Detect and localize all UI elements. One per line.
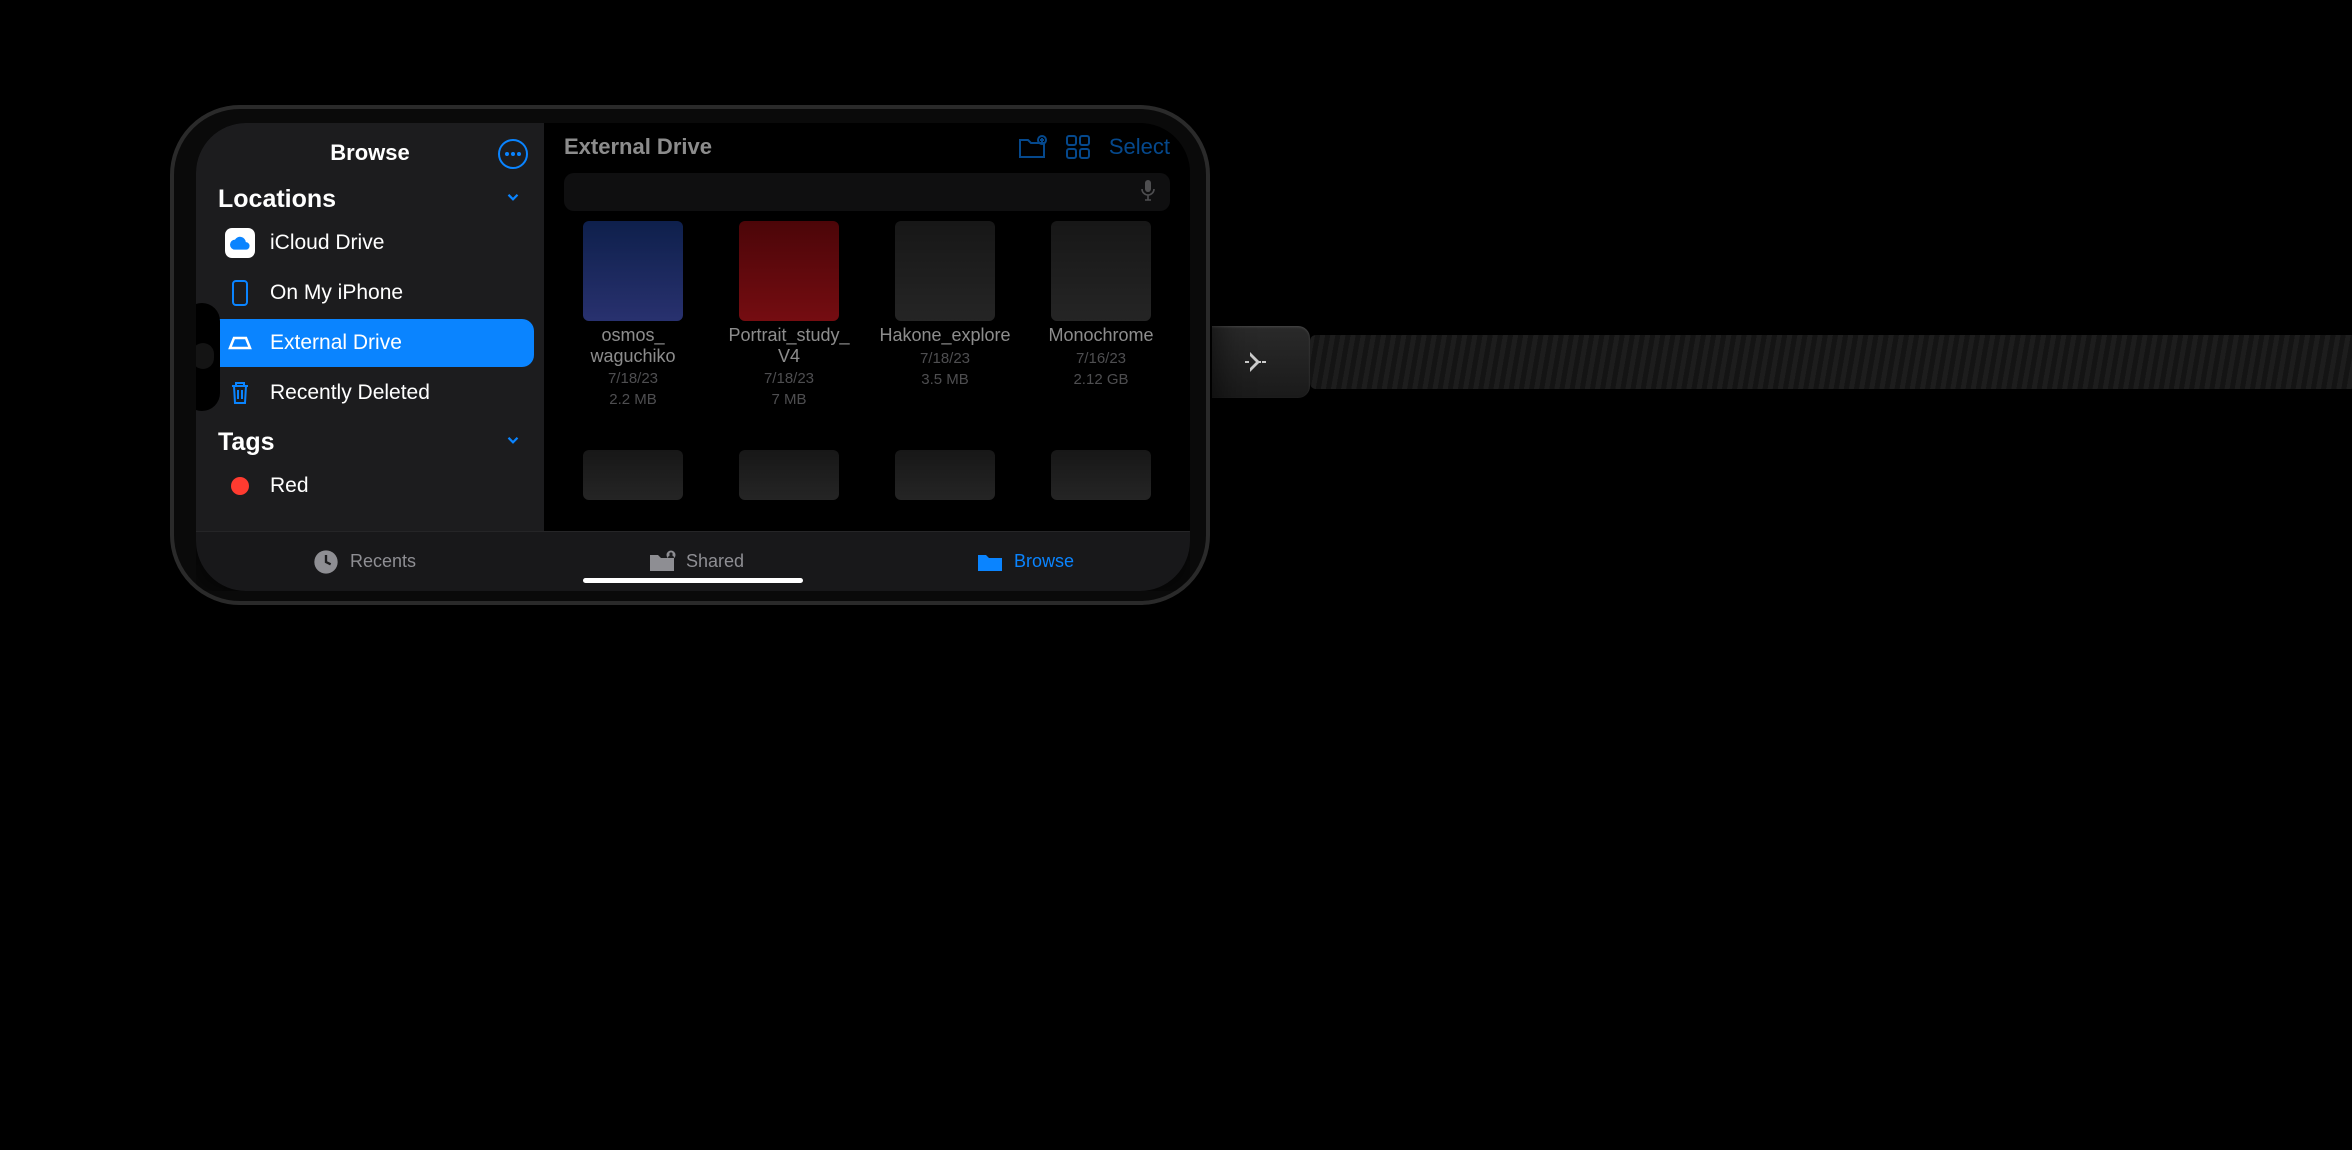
external-drive-icon (224, 334, 256, 352)
shared-folder-icon (648, 548, 676, 576)
files-grid: osmos_ waguchiko 7/18/23 2.2 MB Portrait… (544, 221, 1190, 531)
file-date: 7/18/23 (920, 350, 970, 367)
file-size: 7 MB (771, 391, 806, 408)
sidebar-item-label: On My iPhone (270, 281, 403, 305)
tags-label: Tags (218, 428, 275, 457)
file-size: 2.12 GB (1073, 371, 1128, 388)
file-size: 2.2 MB (609, 391, 657, 408)
file-date: 7/18/23 (608, 370, 658, 387)
tab-label: Shared (686, 551, 744, 572)
chevron-down-icon (504, 188, 522, 212)
sidebar-item-label: iCloud Drive (270, 231, 384, 255)
more-button[interactable] (498, 139, 528, 169)
file-date: 7/16/23 (1076, 350, 1126, 367)
file-name: Hakone_explore (879, 325, 1010, 346)
sidebar-item-label: External Drive (270, 331, 402, 355)
clock-icon (312, 548, 340, 576)
sidebar-title: Browse (330, 140, 409, 166)
file-thumbnail (1051, 450, 1151, 500)
file-thumbnail (895, 221, 995, 321)
location-title: External Drive (564, 134, 999, 160)
dynamic-island (196, 303, 220, 411)
sidebar-item-on-my-iphone[interactable]: On My iPhone (206, 269, 534, 317)
chevron-down-icon (504, 431, 522, 455)
file-item[interactable] (716, 450, 862, 531)
tab-label: Browse (1014, 551, 1074, 572)
usb-c-cable (1200, 326, 2352, 398)
locations-section-header[interactable]: Locations (196, 175, 544, 218)
file-size: 3.5 MB (921, 371, 969, 388)
microphone-icon[interactable] (1140, 179, 1156, 206)
sidebar-item-external-drive[interactable]: External Drive (206, 319, 534, 367)
file-item[interactable]: Hakone_explore 7/18/23 3.5 MB (872, 221, 1018, 440)
file-item[interactable] (1028, 450, 1174, 531)
cable-wire (1310, 335, 2352, 389)
view-toggle-button[interactable] (1065, 134, 1091, 160)
file-name: osmos_ waguchiko (560, 325, 706, 366)
iphone-frame: Browse Locations iCloud Drive (170, 105, 1210, 605)
sidebar-item-icloud-drive[interactable]: iCloud Drive (206, 219, 534, 267)
file-browser: External Drive Select (544, 123, 1190, 531)
home-indicator[interactable] (583, 578, 803, 583)
sidebar-item-label: Red (270, 474, 309, 498)
file-item[interactable] (560, 450, 706, 531)
file-date: 7/18/23 (764, 370, 814, 387)
trash-icon (224, 380, 256, 406)
iphone-screen: Browse Locations iCloud Drive (196, 123, 1190, 591)
main-header: External Drive Select (544, 123, 1190, 171)
select-button[interactable]: Select (1109, 134, 1170, 160)
file-thumbnail (739, 221, 839, 321)
file-thumbnail (583, 221, 683, 321)
file-item[interactable] (872, 450, 1018, 531)
sidebar-item-tag-red[interactable]: Red (206, 462, 534, 510)
tab-recents[interactable]: Recents (312, 548, 416, 576)
files-app: Browse Locations iCloud Drive (196, 123, 1190, 591)
file-thumbnail (583, 450, 683, 500)
new-folder-button[interactable] (1017, 134, 1047, 160)
tab-label: Recents (350, 551, 416, 572)
cable-connector (1200, 326, 1310, 398)
icloud-icon (225, 228, 255, 258)
file-item[interactable]: Portrait_study_ V4 7/18/23 7 MB (716, 221, 862, 440)
browse-sidebar: Browse Locations iCloud Drive (196, 123, 544, 531)
file-thumbnail (895, 450, 995, 500)
locations-label: Locations (218, 185, 336, 214)
file-item[interactable]: Monochrome 7/16/23 2.12 GB (1028, 221, 1174, 440)
search-field[interactable] (564, 173, 1170, 211)
tags-section-header[interactable]: Tags (196, 418, 544, 461)
file-name: Portrait_study_ V4 (716, 325, 862, 366)
iphone-icon (224, 279, 256, 307)
tab-shared[interactable]: Shared (648, 548, 744, 576)
sidebar-header: Browse (196, 131, 544, 175)
file-name: Monochrome (1048, 325, 1153, 346)
tab-browse[interactable]: Browse (976, 548, 1074, 576)
file-thumbnail (739, 450, 839, 500)
sidebar-item-label: Recently Deleted (270, 381, 430, 405)
file-thumbnail (1051, 221, 1151, 321)
folder-icon (976, 548, 1004, 576)
sidebar-item-recently-deleted[interactable]: Recently Deleted (206, 369, 534, 417)
file-item[interactable]: osmos_ waguchiko 7/18/23 2.2 MB (560, 221, 706, 440)
red-tag-icon (231, 477, 249, 495)
